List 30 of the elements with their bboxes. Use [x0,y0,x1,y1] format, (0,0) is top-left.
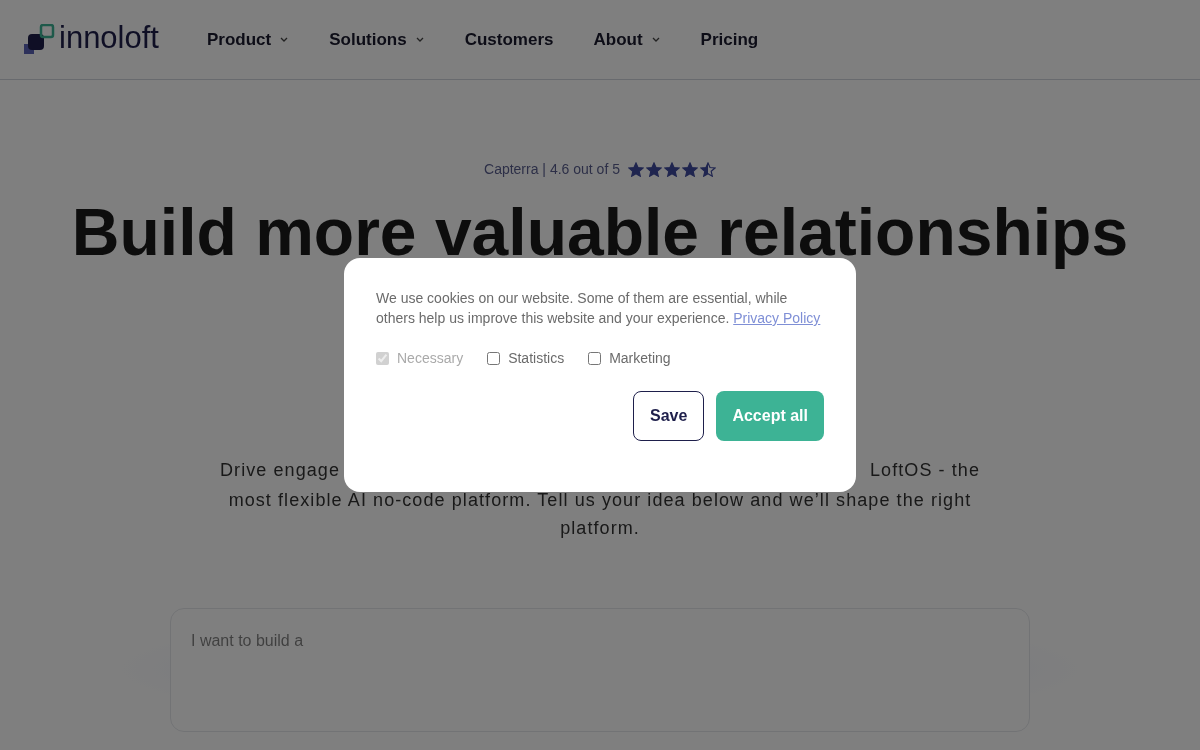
chevron-down-icon [650,36,661,43]
star-icon [681,161,698,177]
cookie-option: Necessary [376,348,464,369]
nav-link[interactable]: About [593,26,661,53]
logo-text[interactable]: innoloft [59,22,159,57]
star-icon [663,161,680,177]
nav-link[interactable]: Solutions [329,26,425,53]
checkbox[interactable] [588,352,602,365]
hero-title: Build more valuable relationships [71,196,1129,268]
subtitle-fragment: LoftOS - the [870,459,980,482]
logo-icon [24,23,56,56]
rating-text: Capterra | 4.6 out of 5 [484,159,620,179]
star-icon [645,161,662,177]
cookie-option[interactable]: Marketing [588,348,671,369]
nav-link[interactable]: Product [206,26,290,53]
star-icon [627,161,644,177]
cookie-message: We use cookies on our website. Some of them are essential, while others help us improve this website and your experience. Privacy Policy [376,289,822,328]
nav-link[interactable]: Pricing [700,26,759,53]
prompt-field[interactable]: I want to build a [170,608,1030,732]
nav-link[interactable]: Customers [464,26,554,53]
privacy-link[interactable]: Privacy Policy [733,310,821,326]
star-icon [699,161,716,177]
subtitle-fragment: Drive engage [220,459,341,482]
cookie-option[interactable]: Statistics [487,348,565,369]
hero-subtitle: most flexible AI no-code platform. Tell us your idea below and we’ll shape the right platform. [227,489,973,540]
chevron-down-icon [279,36,290,43]
cookie-button[interactable]: Save [633,391,705,441]
chevron-down-icon [414,36,425,43]
checkbox[interactable] [487,352,501,365]
cookie-button[interactable]: Accept all [716,391,824,441]
